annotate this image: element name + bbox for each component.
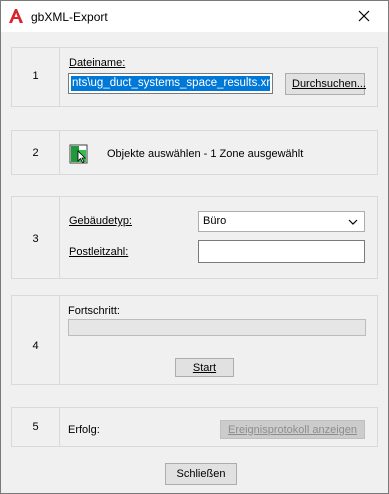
- select-objects-icon[interactable]: [69, 144, 89, 164]
- section-5-result: 5 Erfolg: Ereignisprotokoll anzeigen: [11, 407, 378, 447]
- section-number: 4: [32, 340, 39, 352]
- section-2-select-objects: 2 Objekte auswählen - 1 Zone ausgewählt: [11, 130, 378, 175]
- section-1-filename: 1 Dateiname: nts\ug_duct_systems_space_r…: [11, 47, 378, 107]
- close-button-label: Schließen: [176, 468, 226, 480]
- window-title: gbXML-Export: [31, 10, 108, 24]
- start-button[interactable]: Start: [175, 358, 234, 377]
- section-number: 2: [32, 147, 39, 159]
- filename-value: nts\ug_duct_systems_space_results.xml: [71, 76, 270, 91]
- postal-code-input[interactable]: [198, 240, 365, 263]
- building-type-label: Gebäudetyp:: [69, 215, 132, 227]
- progress-label: Fortschritt:: [68, 305, 120, 317]
- close-icon[interactable]: [357, 9, 371, 23]
- postal-code-label: Postleitzahl:: [69, 246, 129, 258]
- browse-button[interactable]: Durchsuchen...: [285, 73, 366, 95]
- close-button[interactable]: Schließen: [165, 463, 237, 485]
- section-divider: [59, 408, 60, 446]
- show-log-button[interactable]: Ereignisprotokoll anzeigen: [220, 420, 365, 439]
- filename-input[interactable]: nts\ug_duct_systems_space_results.xml: [68, 73, 273, 94]
- title-bar: gbXML-Export: [1, 1, 388, 32]
- section-divider: [59, 131, 60, 174]
- select-objects-label: Objekte auswählen - 1 Zone ausgewählt: [107, 148, 304, 160]
- section-3-building: 3 Gebäudetyp: Büro Postleitzahl:: [11, 196, 378, 279]
- section-divider: [59, 296, 60, 384]
- chevron-down-icon: [348, 219, 358, 225]
- gbxml-export-dialog: gbXML-Export 1 Dateiname: nts\ug_duct_sy…: [0, 0, 389, 494]
- building-type-value: Büro: [203, 215, 227, 227]
- browse-button-label: Durchsuchen...: [292, 78, 366, 90]
- section-divider: [59, 48, 60, 106]
- section-number: 3: [32, 233, 39, 245]
- autodesk-a-icon: [9, 9, 23, 23]
- section-number: 1: [32, 70, 39, 82]
- section-4-progress: 4 Fortschritt: Start: [11, 295, 378, 385]
- success-label: Erfolg:: [68, 424, 100, 436]
- show-log-button-label: Ereignisprotokoll anzeigen: [227, 423, 358, 436]
- section-number: 5: [32, 421, 39, 433]
- section-divider: [59, 197, 60, 278]
- building-type-select[interactable]: Büro: [198, 211, 365, 232]
- progress-bar: [68, 319, 366, 336]
- filename-label: Dateiname:: [69, 57, 126, 69]
- start-button-label: Start: [192, 361, 217, 374]
